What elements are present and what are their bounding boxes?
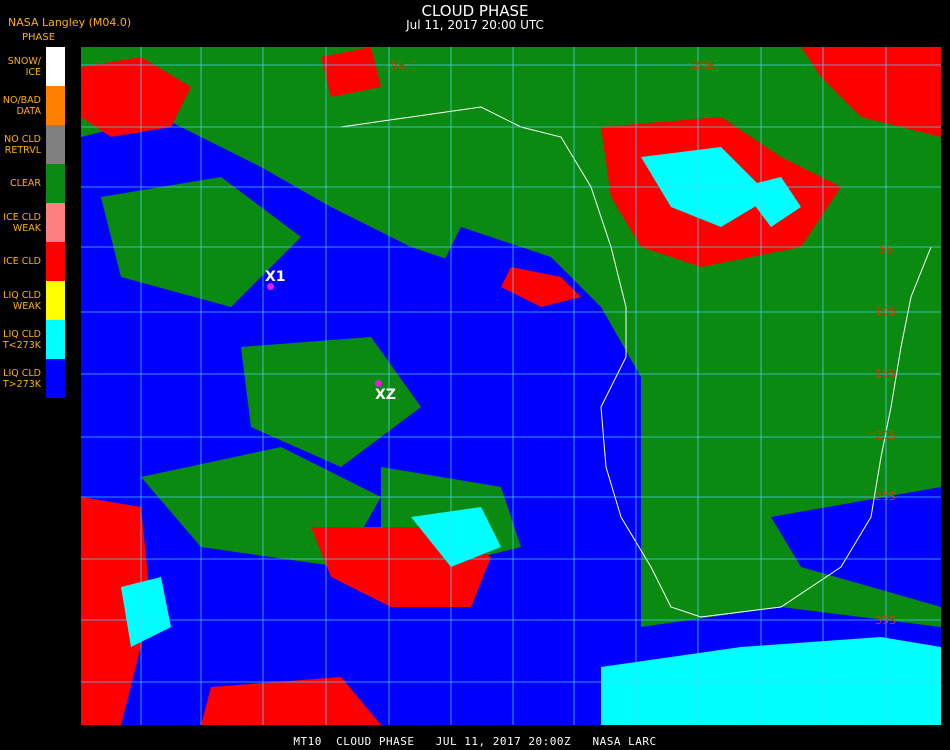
lon-label-5e: 5E (391, 59, 405, 72)
legend-label: SNOW/ ICE (7, 55, 41, 78)
marker-x1-label: X1 (265, 269, 286, 285)
phase-legend: SNOW/ ICE NO/BAD DATA NO CLD RETRVL CLEA… (0, 47, 65, 398)
legend-item-clear: CLEAR (0, 164, 65, 203)
legend-swatch (46, 47, 65, 86)
legend-swatch (46, 125, 65, 164)
legend-label: LIQ CLD WEAK (3, 289, 41, 312)
legend-label: ICE CLD (3, 256, 41, 267)
cloud-phase-map[interactable]: X1 XZ 5E 20E 5S 10S 15S 20S 25S 35S (81, 47, 941, 725)
map-image (81, 47, 941, 725)
lat-label-15s: 15S (875, 367, 896, 380)
legend-item-no-cld-retrvl: NO CLD RETRVL (0, 125, 65, 164)
legend-label: CLEAR (9, 178, 41, 189)
legend-item-liq-cld-cold: LIQ CLD T<273K (0, 320, 65, 359)
legend-item-ice-cld: ICE CLD (0, 242, 65, 281)
legend-swatch (46, 281, 65, 320)
map-timestamp: Jul 11, 2017 20:00 UTC (406, 18, 544, 32)
marker-xz-label: XZ (375, 387, 396, 403)
legend-swatch (46, 359, 65, 398)
lat-label-5s: 5S (879, 243, 893, 256)
legend-swatch (46, 320, 65, 359)
legend-swatch (46, 164, 65, 203)
legend-label: LIQ CLD T>273K (2, 367, 41, 390)
legend-swatch (46, 242, 65, 281)
legend-swatch (46, 86, 65, 125)
footer-caption: MT10 CLOUD PHASE JUL 11, 2017 20:00Z NAS… (293, 735, 657, 748)
legend-swatch (46, 203, 65, 242)
legend-label: NO/BAD DATA (2, 94, 41, 117)
legend-item-snow-ice: SNOW/ ICE (0, 47, 65, 86)
lon-label-20e: 20E (693, 59, 714, 72)
lat-label-20s: 20S (875, 429, 896, 442)
legend-label: LIQ CLD T<273K (2, 328, 41, 351)
legend-item-liq-cld-warm: LIQ CLD T>273K (0, 359, 65, 398)
lat-label-25s: 25S (875, 490, 896, 503)
marker-xz-dot (375, 380, 382, 387)
source-label: NASA Langley (M04.0) (8, 16, 132, 29)
legend-item-no-bad-data: NO/BAD DATA (0, 86, 65, 125)
lat-label-35s: 35S (875, 614, 896, 627)
legend-label: NO CLD RETRVL (4, 133, 41, 156)
legend-title: PHASE (22, 32, 56, 43)
legend-label: ICE CLD WEAK (3, 211, 41, 234)
lat-label-10s: 10S (875, 305, 896, 318)
legend-item-ice-cld-weak: ICE CLD WEAK (0, 203, 65, 242)
legend-item-liq-cld-weak: LIQ CLD WEAK (0, 281, 65, 320)
